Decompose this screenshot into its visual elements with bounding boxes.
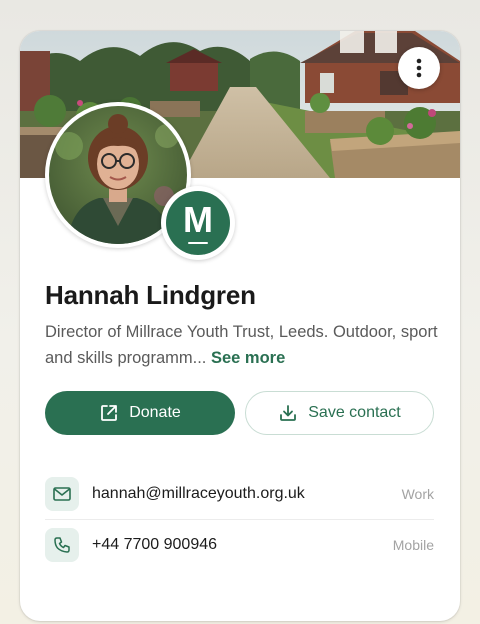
contact-row-phone[interactable]: +44 7700 900946 Mobile — [45, 527, 434, 563]
divider — [45, 519, 434, 520]
email-value[interactable]: hannah@millraceyouth.org.uk — [92, 485, 402, 503]
profile-bio: Director of Millrace Youth Trust, Leeds.… — [45, 319, 445, 371]
donate-label: Donate — [129, 404, 181, 421]
contact-row-email[interactable]: hannah@millraceyouth.org.uk Work — [45, 476, 434, 512]
save-contact-label: Save contact — [308, 404, 401, 421]
profile-name: Hannah Lindgren — [45, 280, 256, 310]
organisation-logo: M — [161, 186, 235, 260]
phone-value[interactable]: +44 7700 900946 — [92, 536, 393, 554]
see-more-link[interactable]: See more — [211, 349, 285, 367]
more-options-button[interactable] — [398, 47, 440, 89]
external-link-icon — [101, 405, 118, 421]
more-vertical-icon — [416, 58, 422, 78]
email-type-label: Work — [401, 486, 434, 502]
donate-button[interactable]: Donate — [45, 391, 235, 435]
phone-icon — [45, 528, 79, 562]
logo-letter: M — [183, 199, 213, 240]
save-contact-button[interactable]: Save contact — [245, 391, 434, 435]
download-icon — [280, 405, 297, 421]
mail-icon — [45, 477, 79, 511]
profile-card: M Hannah Lindgren Director of Millrace Y… — [20, 31, 460, 621]
phone-type-label: Mobile — [392, 537, 434, 553]
